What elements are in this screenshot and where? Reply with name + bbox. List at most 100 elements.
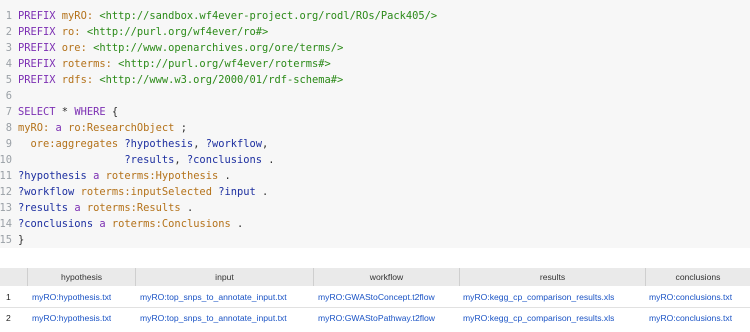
code-line[interactable]: 15} [0,232,750,248]
row-divider [0,307,750,308]
code-token: ?conclusions [186,154,262,166]
cell-link[interactable]: myRO:conclusions.txt [649,309,732,327]
code-token: <http://www.w3.org/2000/01/rdf-schema#> [99,74,344,86]
results-header: hypothesis input workflow results conclu… [0,268,750,286]
code-token: roterms: [61,58,112,70]
cell-link[interactable]: myRO:hypothesis.txt [32,309,111,327]
code-token: ; [174,122,187,134]
code-text: PREFIX roterms: <http://purl.org/wf4ever… [18,56,331,72]
column-header-results[interactable]: results [459,268,645,286]
code-line[interactable]: 6 [0,88,750,104]
code-text: PREFIX rdfs: <http://www.w3.org/2000/01/… [18,72,343,88]
code-text: SELECT * WHERE { [18,104,118,120]
code-text: PREFIX ro: <http://purl.org/wf4ever/ro#> [18,24,268,40]
code-token: myRO: [18,122,50,134]
cell-link[interactable]: myRO:top_snps_to_annotate_input.txt [140,309,287,327]
column-header-hypothesis[interactable]: hypothesis [27,268,135,286]
code-token: <http://purl.org/wf4ever/roterms#> [118,58,331,70]
code-line[interactable]: 13 ?results a roterms:Results . [0,200,750,216]
code-text: ore:aggregates ?hypothesis, ?workflow, [18,136,269,152]
column-header-workflow[interactable]: workflow [313,268,459,286]
line-number: 4 [5,58,12,70]
line-number: 3 [5,42,12,54]
line-number: 7 [5,106,12,118]
results-table: hypothesis input workflow results conclu… [0,262,750,332]
code-token: ?hypothesis [18,170,87,182]
code-line[interactable]: 1 PREFIX myRO: <http://sandbox.wf4ever-pr… [0,8,750,24]
code-token: . [230,218,244,230]
code-token: rdfs: [61,74,94,86]
line-number: 10 [0,154,12,166]
code-token: roterms:inputSelected [80,186,212,198]
cell-link[interactable]: myRO:GWAStoConcept.t2flow [318,288,435,306]
code-token: } [18,234,25,246]
code-line[interactable]: 9 ore:aggregates ?hypothesis, ?workflow, [0,136,750,152]
code-token: roterms:Hypothesis [105,170,219,182]
code-token: ro: [61,26,81,38]
code-line[interactable]: 2 PREFIX ro: <http://purl.org/wf4ever/ro#… [0,24,750,40]
cell-link[interactable]: myRO:kegg_cp_comparison_results.xls [463,309,614,327]
column-header-input[interactable]: input [135,268,313,286]
code-text: ?conclusions a roterms:Conclusions . [18,216,243,232]
cell-link[interactable]: myRO:kegg_cp_comparison_results.xls [463,288,614,306]
code-token: roterms:Results [86,202,181,214]
line-number: 14 [0,218,12,230]
code-token: ?workflow [18,186,75,198]
code-token: roterms:Conclusions [111,218,231,230]
code-token: ?conclusions [18,218,94,230]
code-token: ro:ResearchObject [68,122,175,134]
line-number: 2 [5,26,12,38]
code-line[interactable]: 8 myRO: a ro:ResearchObject ; [0,120,750,136]
code-token: WHERE [74,106,112,118]
code-text: ?results, ?conclusions . [18,152,275,168]
line-number: 12 [0,186,12,198]
sparql-editor[interactable]: 1 PREFIX myRO: <http://sandbox.wf4ever-pr… [0,0,750,248]
code-token: ?input [218,186,256,198]
code-token: , [174,154,187,166]
line-number: 9 [5,138,12,150]
code-line[interactable]: 4 PREFIX roterms: <http://purl.org/wf4eve… [0,56,750,72]
code-token: PREFIX [18,10,62,22]
code-token: , [193,138,206,150]
code-token: <http://purl.org/wf4ever/ro#> [86,26,269,38]
code-line[interactable]: 3 PREFIX ore: <http://www.openarchives.or… [0,40,750,56]
cell-link[interactable]: myRO:conclusions.txt [649,288,732,306]
code-text: myRO: a ro:ResearchObject ; [18,120,187,136]
line-number: 6 [5,90,12,102]
code-token: , [262,138,269,150]
row-number: 2 [6,313,11,323]
code-line[interactable]: 11 ?hypothesis a roterms:Hypothesis . [0,168,750,184]
code-line[interactable]: 7 SELECT * WHERE { [0,104,750,120]
code-token: ?results [18,202,69,214]
code-line[interactable]: 12 ?workflow roterms:inputSelected ?input… [0,184,750,200]
code-token: ore: [61,42,87,54]
code-token: . [180,202,194,214]
code-token: . [262,154,275,166]
line-number: 15 [0,234,12,246]
code-line[interactable]: 10 ?results, ?conclusions . [0,152,750,168]
code-token: * [61,106,75,118]
code-token: { [111,106,119,118]
code-line[interactable]: 14 ?conclusions a roterms:Conclusions . [0,216,750,232]
cell-link[interactable]: myRO:top_snps_to_annotate_input.txt [140,288,287,306]
code-token: PREFIX [18,26,62,38]
code-token: ?workflow [205,138,263,150]
code-text: ?hypothesis a roterms:Hypothesis . [18,168,231,184]
code-token: PREFIX [18,58,62,70]
code-token: . [218,170,231,182]
code-token: PREFIX [18,42,62,54]
line-number: 1 [5,10,12,22]
cell-link[interactable]: myRO:hypothesis.txt [32,288,111,306]
table-row: 1 myRO:hypothesis.txt myRO:top_snps_to_a… [0,288,750,306]
code-token: ?results [124,154,175,166]
code-text: } [18,232,24,248]
code-line[interactable]: 5 PREFIX rdfs: <http://www.w3.org/2000/01… [0,72,750,88]
row-number: 1 [6,292,11,302]
cell-link[interactable]: myRO:GWAStoPathway.t2flow [318,309,435,327]
code-token: <http://sandbox.wf4ever-project.org/rodl… [99,10,438,22]
column-header-conclusions[interactable]: conclusions [645,268,750,286]
code-token: ore:aggregates [30,138,119,150]
code-text: PREFIX myRO: <http://sandbox.wf4ever-pro… [18,8,437,24]
code-token: PREFIX [18,74,62,86]
code-token: myRO: [61,10,94,22]
